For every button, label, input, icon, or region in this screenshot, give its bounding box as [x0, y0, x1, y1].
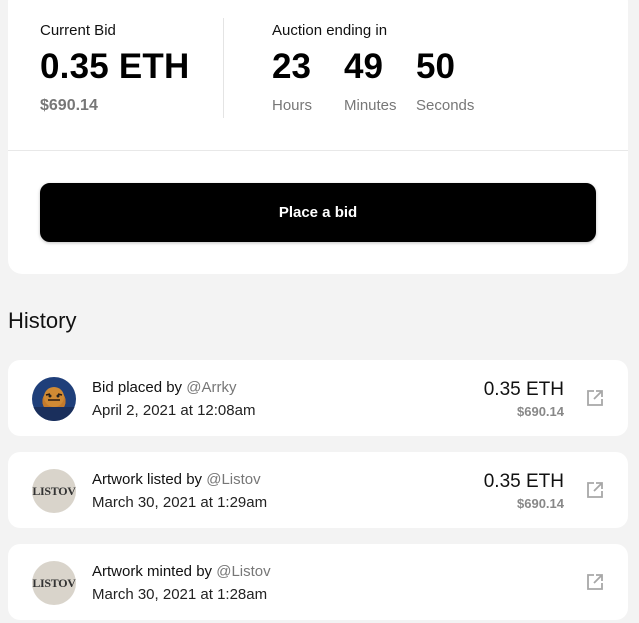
listov-avatar[interactable]: LISTOV: [32, 469, 76, 513]
seconds-value: 50: [416, 47, 455, 86]
external-link-icon[interactable]: [586, 389, 604, 407]
external-link-icon[interactable]: [586, 573, 604, 591]
listov-avatar[interactable]: LISTOV: [32, 561, 76, 605]
history-item: LISTOV Artwork minted by @Listov March 3…: [8, 544, 628, 620]
history-action: Bid placed by @Arrky: [92, 379, 255, 396]
history-date: March 30, 2021 at 1:28am: [92, 586, 268, 603]
user-link[interactable]: @Listov: [216, 563, 270, 580]
price-eth: 0.35 ETH: [483, 471, 564, 492]
hours-value: 23: [272, 47, 311, 86]
tiger-avatar[interactable]: [32, 377, 76, 421]
action-text: Bid placed by: [92, 379, 183, 396]
place-bid-button[interactable]: Place a bid: [40, 183, 596, 242]
avatar-text: LISTOV: [32, 483, 76, 498]
timer-hours: 23 Hours: [272, 47, 344, 114]
price-usd: $690.14: [517, 404, 564, 419]
current-bid-section: Current Bid 0.35 ETH $690.14: [40, 22, 189, 115]
price-usd: $690.14: [517, 496, 564, 511]
timer-seconds: 50 Seconds: [416, 47, 488, 114]
external-link-icon[interactable]: [586, 481, 604, 499]
history-action: Artwork minted by @Listov: [92, 563, 271, 580]
history-price: 0.35 ETH $690.14: [484, 471, 564, 511]
price-eth: 0.35 ETH: [483, 379, 564, 400]
history-date: April 2, 2021 at 12:08am: [92, 402, 256, 419]
minutes-value: 49: [344, 47, 383, 86]
current-bid-eth: 0.35 ETH: [40, 47, 190, 86]
hours-label: Hours: [272, 97, 313, 114]
current-bid-label: Current Bid: [40, 22, 116, 39]
horizontal-divider: [8, 150, 628, 151]
auction-ending-label: Auction ending in: [272, 22, 388, 39]
avatar-text: LISTOV: [32, 575, 76, 590]
history-title: History: [8, 308, 77, 333]
action-text: Artwork minted by: [92, 563, 213, 580]
vertical-divider: [223, 18, 224, 118]
history-date: March 30, 2021 at 1:29am: [92, 494, 268, 511]
user-link[interactable]: @Arrky: [186, 379, 236, 396]
history-item: LISTOV Artwork listed by @Listov March 3…: [8, 452, 628, 528]
history-action: Artwork listed by @Listov: [92, 471, 267, 488]
history-price: 0.35 ETH $690.14: [484, 379, 564, 419]
history-item: Bid placed by @Arrky April 2, 2021 at 12…: [8, 360, 628, 436]
timer-minutes: 49 Minutes: [344, 47, 416, 114]
user-link[interactable]: @Listov: [206, 471, 260, 488]
current-bid-usd: $690.14: [40, 97, 98, 114]
seconds-label: Seconds: [416, 97, 475, 114]
action-text: Artwork listed by: [92, 471, 203, 488]
auction-timer: Auction ending in 23 Hours 49 Minutes 50…: [272, 22, 488, 114]
minutes-label: Minutes: [344, 97, 397, 114]
auction-card: Current Bid 0.35 ETH $690.14 Auction end…: [8, 0, 628, 274]
